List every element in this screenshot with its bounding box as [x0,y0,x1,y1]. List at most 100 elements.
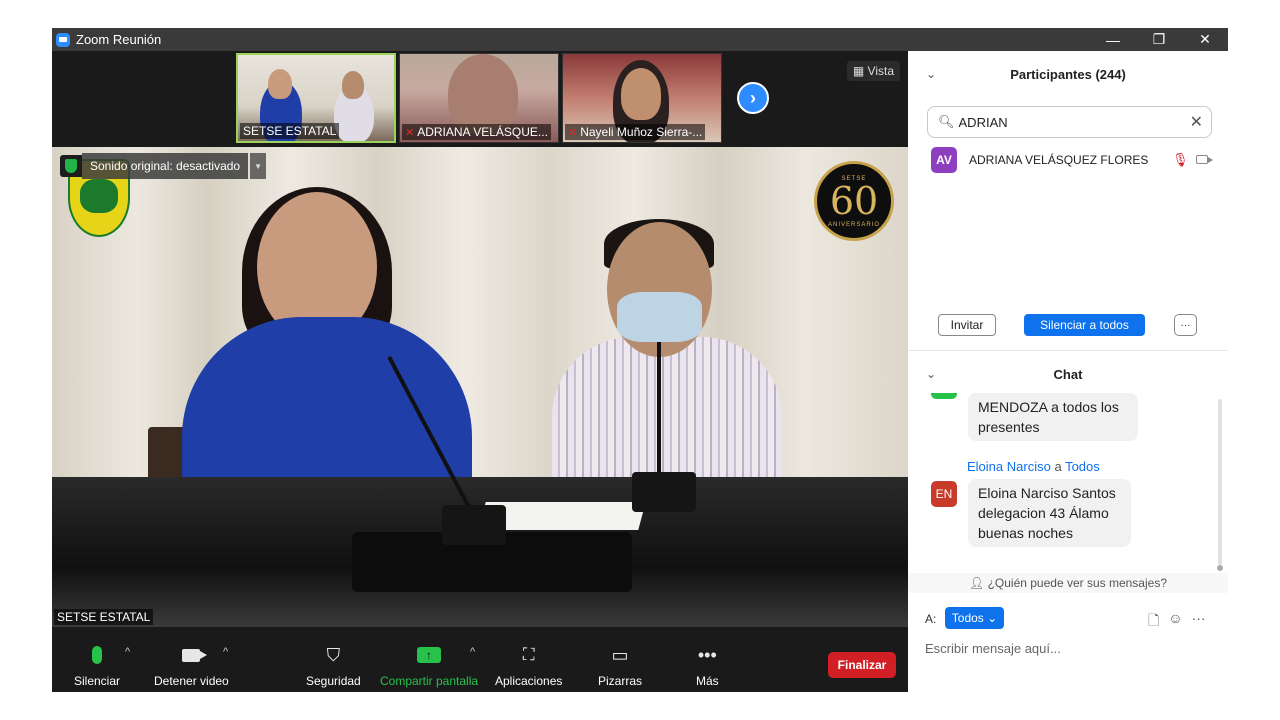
message-line: presentes [978,419,1040,435]
apps-label: Aplicaciones [495,674,563,688]
chat-message: MENDOZA a todos los presentes [968,393,1138,441]
zoom-logo-icon [56,32,70,47]
message-line: delegacion 43 Álamo [978,505,1109,521]
message-line: MENDOZA a todos los [978,399,1119,415]
microphone-base [442,505,506,545]
share-screen-button[interactable]: ↑ Compartir pantalla [380,642,478,688]
share-label: Compartir pantalla [380,674,479,688]
grid-icon: ▦ [852,64,868,78]
sender-to-word: a [1054,459,1062,474]
thumbnail-video-2[interactable]: ✕ ADRIANA VELÁSQUE... [399,53,559,143]
message-line: Eloina Narciso Santos [978,485,1116,501]
restore-button[interactable]: ❐ [1136,28,1182,51]
side-panel: ⌄ Participantes (244) 🔍︎ ADRIAN ✕ AV ADR… [908,51,1228,692]
more-button[interactable]: ••• Más [696,642,719,689]
audio-options-caret-icon[interactable]: ^ [125,646,130,658]
participant-row[interactable]: AV ADRIANA VELÁSQUEZ FLORES 🎙︎ [908,146,1228,174]
avatar [931,393,957,399]
recipient-value: Todos [951,611,984,625]
sender-name: Eloina Narciso [967,459,1051,474]
chat-scrollbar[interactable] [1217,399,1223,571]
recipient-name: Todos [1065,459,1100,474]
microphone-icon [92,646,103,664]
mute-all-button[interactable]: Silenciar a todos [1024,314,1145,336]
sound-options-chevron-icon[interactable]: ▼ [250,153,267,179]
thumb-face [621,68,661,120]
divider [908,350,1228,351]
visibility-note-text: ¿Quién puede ver sus mensajes? [987,576,1167,590]
clear-search-icon[interactable]: ✕ [1190,112,1203,132]
participant-search-input[interactable]: 🔍︎ ADRIAN ✕ [927,106,1212,138]
video-options-caret-icon[interactable]: ^ [223,646,228,658]
security-label: Seguridad [306,674,361,688]
close-window-button[interactable]: ✕ [1182,28,1228,51]
share-arrow-icon: ↑ [417,647,442,663]
thumb-face [448,54,518,134]
participants-more-button[interactable]: ··· [1174,314,1197,336]
emoji-icon[interactable]: ☺ [1168,610,1182,634]
video-stage: SETSE ESTATAL ✕ ADRIANA VELÁSQUE... ✕ Naye… [52,51,908,634]
chat-messages: MENDOZA a todos los presentes Eloina Nar… [908,393,1228,569]
thumbnail-video-1[interactable]: SETSE ESTATAL [236,53,396,143]
window-title: Zoom Reunión [76,32,162,47]
anniversary-text: ANIVERSARIO [827,222,880,228]
whiteboard-button[interactable]: ▭ Pizarras [598,642,643,689]
more-dots-icon: ••• [697,644,717,665]
avatar: AV [931,147,957,173]
anniversary-number: 60 [829,179,879,223]
whiteboard-icon: ▭ [611,644,629,665]
participant-name: ADRIANA VELÁSQUEZ FLORES [969,153,1149,167]
encryption-shield-icon[interactable] [60,155,82,177]
recipient-dropdown[interactable]: Todos ⌄ [945,607,1004,629]
video-label: Detener video [154,674,229,688]
muted-mic-icon[interactable]: 🎙︎ [1172,152,1189,168]
anniversary-logo: SETSE 60 ANIVERSARIO [814,161,894,241]
microphone-stand [657,342,661,482]
participants-header: ⌄ Participantes (244) [908,51,1228,96]
end-meeting-button[interactable]: Finalizar [828,652,896,678]
participants-title: Participantes (244) [1010,67,1126,82]
security-button[interactable]: ⛉ Seguridad [306,642,361,689]
minimize-button[interactable]: — [1090,28,1136,51]
view-button[interactable]: ▦ Vista [846,61,900,81]
search-value: ADRIAN [958,114,1008,130]
face-mask [617,292,702,342]
mute-button[interactable]: Silenciar [74,642,120,688]
share-options-caret-icon[interactable]: ^ [470,646,475,658]
meeting-toolbar: Silenciar ^ Detener video ^ ⛉ Seguridad … [52,634,908,692]
muted-mic-icon: ✕ [568,126,578,139]
thumbnail-name: ✕ ADRIANA VELÁSQUE... [402,124,551,140]
apps-icon: ⛶ [522,645,535,664]
speaker-name-label: SETSE ESTATAL [54,609,154,625]
muted-mic-icon: ✕ [405,126,415,139]
search-icon: 🔍︎ [938,114,955,129]
more-dots-icon[interactable]: ··· [1192,610,1206,634]
apps-button[interactable]: ⛶ Aplicaciones [495,642,562,688]
mute-label: Silenciar [74,674,121,688]
message-line: buenas noches [978,525,1073,541]
to-label: A: [925,612,937,626]
chat-message: Eloina Narciso Santos delegacion 43 Álam… [968,479,1131,547]
chat-message-input[interactable]: Escribir mensaje aquí... [925,641,1061,656]
whiteboard-label: Pizarras [598,674,643,688]
invite-button[interactable]: Invitar [938,314,996,336]
file-icon[interactable]: 🗋︎ [1148,610,1159,634]
thumb-face [342,71,364,99]
zoom-window: Zoom Reunión — ❐ ✕ SETSE ESTATAL ✕ ADRIAN… [52,28,1228,692]
message-sender: Eloina Narciso a Todos [967,459,1100,474]
thumbnail-name: SETSE ESTATAL [240,123,340,139]
camera-icon [182,648,208,662]
microphone-base [632,472,696,512]
stop-video-button[interactable]: Detener video [154,642,229,688]
thumbnail-name: ✕ Nayeli Muñoz Sierra-... [565,124,706,140]
sound-notice-text: Sonido original: desactivado [82,153,249,179]
next-page-chevron-icon[interactable]: › [737,82,769,114]
message-visibility-note[interactable]: 👤︎ ¿Quién puede ver sus mensajes? [908,573,1228,593]
thumbnail-video-3[interactable]: ✕ Nayeli Muñoz Sierra-... [562,53,722,143]
shield-icon: ⛉ [326,644,341,665]
more-label: Más [696,674,719,688]
video-off-icon[interactable] [1196,155,1213,164]
title-bar: Zoom Reunión — ❐ ✕ [52,28,1228,51]
thumbnail-strip: SETSE ESTATAL ✕ ADRIANA VELÁSQUE... ✕ Naye… [236,53,722,143]
original-sound-notice: Sonido original: desactivado ▼ [60,153,267,179]
